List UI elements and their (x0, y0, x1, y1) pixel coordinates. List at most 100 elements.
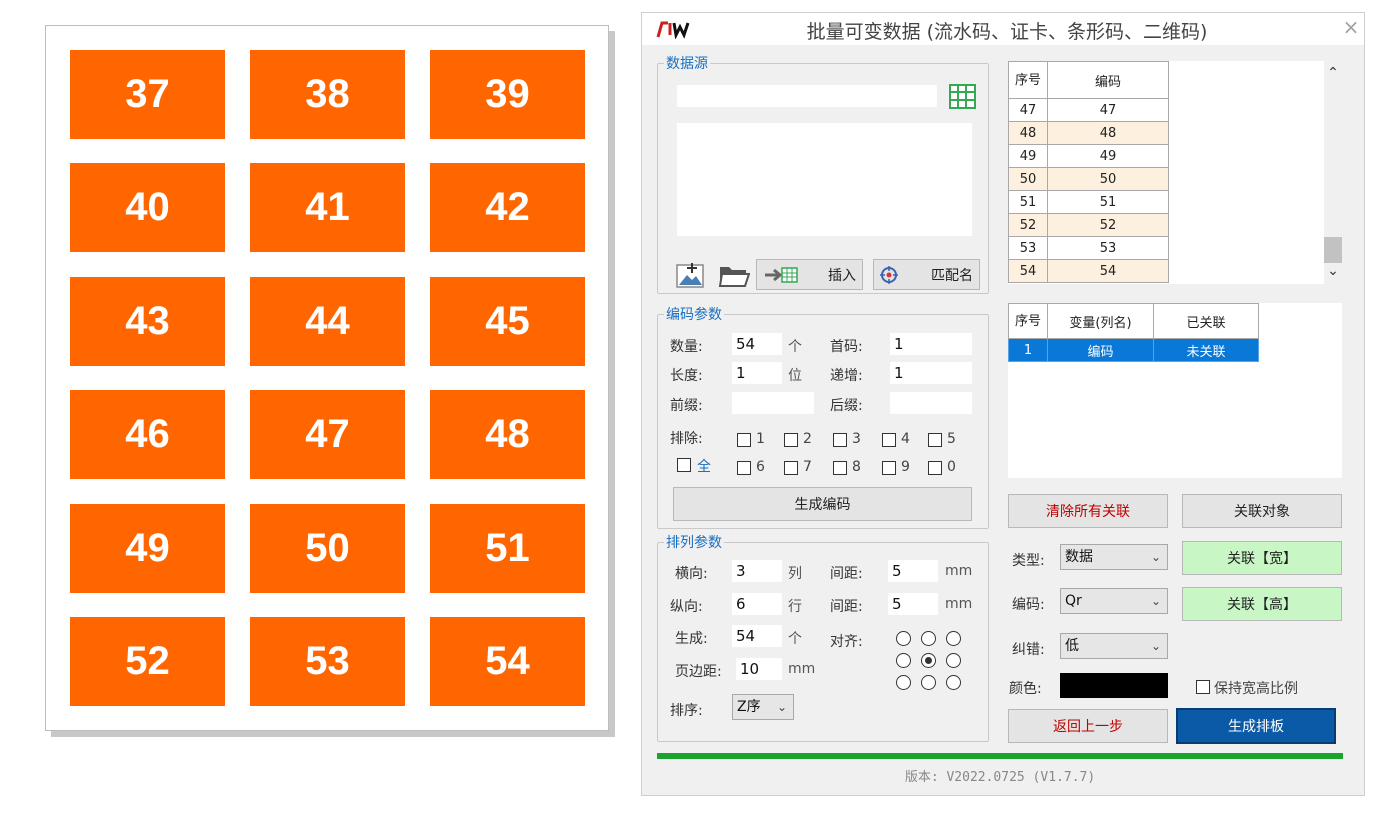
increment-input[interactable]: 1 (890, 362, 972, 384)
datasource-path-input[interactable] (677, 85, 937, 107)
insert-button[interactable]: 插入 (756, 259, 863, 290)
align-radio[interactable] (946, 675, 961, 690)
datasource-textarea[interactable] (677, 123, 972, 236)
vertical-unit: 行 (788, 599, 802, 615)
exclude-digit-label: 9 (901, 459, 910, 475)
align-radio[interactable] (896, 631, 911, 646)
keep-ratio-label: 保持宽高比例 (1214, 681, 1298, 697)
row-index-cell: 51 (1008, 190, 1048, 214)
label-tile: 42 (430, 163, 585, 252)
code-table-scrollbar[interactable]: ⌃ ⌄ (1324, 61, 1342, 284)
generate-layout-button[interactable]: 生成排板 (1176, 708, 1336, 744)
keep-ratio-checkbox[interactable] (1196, 680, 1210, 694)
table-row[interactable]: 1 编码 未关联 (1008, 338, 1259, 362)
progress-bar (657, 753, 1343, 759)
scroll-up-icon[interactable]: ⌃ (1324, 65, 1342, 81)
align-radio[interactable] (946, 653, 961, 668)
exclude-digit-checkbox[interactable] (784, 433, 798, 447)
code-cell: 48 (1047, 121, 1169, 145)
horizontal-input[interactable]: 3 (732, 560, 782, 582)
label-tile: 45 (430, 277, 585, 366)
clear-all-links-button[interactable]: 清除所有关联 (1008, 494, 1168, 528)
exclude-digit-checkbox[interactable] (928, 461, 942, 475)
error-correction-select[interactable]: 低 ⌄ (1060, 633, 1168, 659)
suffix-input[interactable] (890, 392, 972, 414)
exclude-digit-checkbox[interactable] (833, 461, 847, 475)
chevron-down-icon: ⌄ (776, 700, 787, 714)
generate-count-input[interactable]: 54 (732, 625, 782, 647)
exclude-digit-checkbox[interactable] (928, 433, 942, 447)
table-row[interactable]: 50 50 (1008, 167, 1169, 191)
align-radio[interactable] (946, 631, 961, 646)
encode-select[interactable]: Qr ⌄ (1060, 588, 1168, 614)
chevron-down-icon: ⌄ (1150, 639, 1161, 653)
length-input[interactable]: 1 (732, 362, 782, 384)
color-swatch[interactable] (1060, 673, 1168, 698)
align-radio[interactable] (896, 675, 911, 690)
spreadsheet-icon[interactable] (949, 84, 976, 109)
folder-open-icon[interactable] (718, 263, 750, 288)
link-height-button[interactable]: 关联【高】 (1182, 587, 1342, 621)
chevron-down-icon: ⌄ (1150, 594, 1161, 608)
code-cell: 52 (1047, 213, 1169, 237)
horizontal-unit: 列 (788, 566, 802, 582)
table-row[interactable]: 48 48 (1008, 121, 1169, 145)
back-button[interactable]: 返回上一步 (1008, 709, 1168, 743)
insert-column-icon (765, 267, 798, 283)
table-row[interactable]: 51 51 (1008, 190, 1169, 214)
table-row[interactable]: 47 47 (1008, 98, 1169, 122)
close-button[interactable]: × (1340, 15, 1362, 39)
insert-label: 插入 (828, 267, 856, 284)
variable-linked-cell: 未关联 (1153, 338, 1259, 362)
type-select-value: 数据 (1065, 549, 1093, 565)
exclude-all-checkbox[interactable] (677, 458, 691, 472)
sort-label: 排序: (670, 703, 703, 719)
exclude-digit-checkbox[interactable] (882, 433, 896, 447)
variable-idx-cell: 1 (1008, 338, 1048, 362)
horizontal-gap-label: 间距: (830, 566, 863, 582)
align-radio[interactable] (921, 675, 936, 690)
vertical-gap-input[interactable]: 5 (888, 593, 938, 615)
align-radio[interactable] (896, 653, 911, 668)
exclude-digit-label: 5 (947, 431, 956, 447)
link-width-button[interactable]: 关联【宽】 (1182, 541, 1342, 575)
first-code-input[interactable]: 1 (890, 333, 972, 355)
table-row[interactable]: 49 49 (1008, 144, 1169, 168)
margin-unit: mm (788, 661, 816, 677)
margin-input[interactable]: 10 (736, 658, 782, 680)
code-cell: 47 (1047, 98, 1169, 122)
table-row[interactable]: 52 52 (1008, 213, 1169, 237)
exclude-digit-checkbox[interactable] (737, 461, 751, 475)
vertical-input[interactable]: 6 (732, 593, 782, 615)
link-object-button[interactable]: 关联对象 (1182, 494, 1342, 528)
type-select[interactable]: 数据 ⌄ (1060, 544, 1168, 570)
count-input[interactable]: 54 (732, 333, 782, 355)
table-row[interactable]: 54 54 (1008, 259, 1169, 283)
exclude-digit-checkbox[interactable] (737, 433, 751, 447)
row-index-cell: 53 (1008, 236, 1048, 260)
label-tile: 48 (430, 390, 585, 479)
exclude-digit-checkbox[interactable] (833, 433, 847, 447)
exclude-all-label: 全 (697, 459, 711, 475)
align-radio[interactable] (921, 631, 936, 646)
increment-label: 递增: (830, 368, 863, 384)
count-unit: 个 (788, 339, 802, 355)
prefix-input[interactable] (732, 392, 814, 414)
add-image-icon[interactable] (676, 262, 706, 289)
exclude-digit-checkbox[interactable] (882, 461, 896, 475)
exclude-digit-checkbox[interactable] (784, 461, 798, 475)
horizontal-gap-input[interactable]: 5 (888, 560, 938, 582)
sort-select[interactable]: Z序 ⌄ (732, 694, 794, 720)
table-row[interactable]: 53 53 (1008, 236, 1169, 260)
scroll-down-icon[interactable]: ⌄ (1324, 263, 1342, 279)
row-index-cell: 48 (1008, 121, 1048, 145)
vertical-gap-unit: mm (945, 596, 973, 612)
align-radio[interactable] (921, 653, 936, 668)
exclude-digit-label: 0 (947, 459, 956, 475)
generate-code-button[interactable]: 生成编码 (673, 487, 972, 521)
match-name-button[interactable]: 匹配名 (873, 259, 980, 290)
margin-label: 页边距: (675, 664, 722, 680)
scrollbar-thumb[interactable] (1324, 237, 1342, 263)
row-index-cell: 49 (1008, 144, 1048, 168)
row-index-cell: 52 (1008, 213, 1048, 237)
